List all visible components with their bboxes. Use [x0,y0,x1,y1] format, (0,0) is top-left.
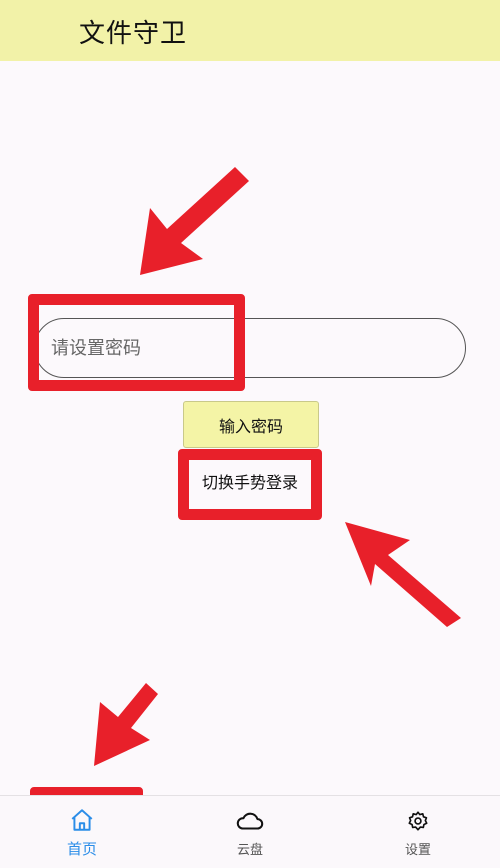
nav-item-cloud[interactable]: 云盘 [190,796,310,868]
page-title: 文件守卫 [79,19,188,49]
cloud-icon [235,806,265,836]
nav-item-label: 云盘 [236,843,263,858]
app-header: 文件守卫 [0,0,500,61]
arrow-to-password [140,167,249,275]
bottom-nav: 首页 云盘 设置 [0,795,500,868]
enter-password-button[interactable]: 输入密码 [183,401,319,448]
home-icon [67,805,97,835]
nav-item-home[interactable]: 首页 [22,796,142,868]
gear-icon [403,806,433,836]
highlight-box-password [28,294,245,391]
arrow-to-home [94,683,158,766]
nav-item-settings[interactable]: 设置 [358,796,478,868]
nav-item-label: 首页 [66,840,97,858]
arrow-to-switch [345,522,461,627]
highlight-box-switch [178,449,322,520]
nav-item-label: 设置 [404,843,431,858]
